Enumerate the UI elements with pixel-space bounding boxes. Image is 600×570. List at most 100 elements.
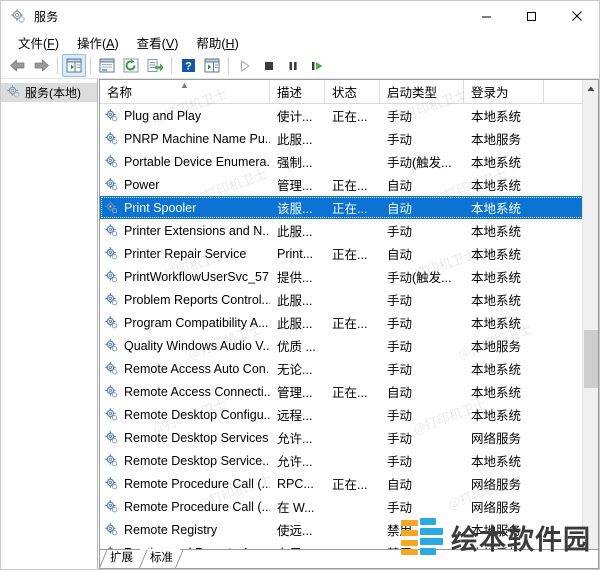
scroll-up-arrow-icon[interactable] (583, 80, 598, 97)
service-name-label: Printer Extensions and N... (124, 224, 270, 238)
cell-startup-type: 手动 (380, 359, 464, 378)
cell-logon-as: 本地系统 (464, 198, 544, 217)
close-button[interactable] (554, 1, 599, 31)
tab-standard[interactable]: 标准 (140, 549, 180, 568)
service-name-label: Remote Procedure Call (... (124, 500, 270, 514)
cell-startup-type: 自动 (380, 474, 464, 493)
cell-description: 允许... (270, 451, 325, 470)
service-name-label: Printer Repair Service (124, 247, 246, 261)
minimize-button[interactable] (464, 1, 509, 31)
show-action-pane-button[interactable] (200, 54, 224, 77)
column-header-name[interactable]: 名称 ▲ (100, 80, 270, 103)
cell-status: 正在... (325, 175, 380, 194)
column-header-description[interactable]: 描述 (270, 80, 325, 103)
cell-startup-type: 手动 (380, 221, 464, 240)
service-gear-icon (104, 338, 120, 354)
table-row[interactable]: Remote Desktop Configu...远程...手动本地系统 (100, 403, 598, 426)
table-row[interactable]: PrintWorkflowUserSvc_57...提供...手动(触发...本… (100, 265, 598, 288)
table-row[interactable]: Remote Desktop Services允许...手动网络服务 (100, 426, 598, 449)
table-row[interactable]: Print Spooler该服...正在...自动本地系统 (100, 196, 598, 219)
export-list-button[interactable] (143, 54, 167, 77)
show-hide-tree-button[interactable] (62, 54, 86, 77)
listview-rows: Plug and Play使计...正在...手动本地系统 PNRP Machi… (100, 104, 598, 549)
cell-description: 管理... (270, 382, 325, 401)
toolbar-separator-4 (228, 57, 229, 74)
pause-service-button[interactable] (281, 54, 305, 77)
table-row[interactable]: Remote Access Connecti...管理...正在...自动本地系… (100, 380, 598, 403)
table-row[interactable]: Printer Repair ServicePrint...正在...自动本地系… (100, 242, 598, 265)
menu-help-pre: 帮助( (196, 37, 225, 51)
stop-service-button[interactable] (257, 54, 281, 77)
cell-logon-as: 本地系统 (464, 175, 544, 194)
table-row[interactable]: Portable Device Enumera...强制...手动(触发...本… (100, 150, 598, 173)
menu-view-key: V (166, 37, 174, 51)
properties-button[interactable] (95, 54, 119, 77)
cell-description: 此服... (270, 129, 325, 148)
service-gear-icon (104, 315, 120, 331)
table-row[interactable]: Remote Procedure Call (...RPC...正在...自动网… (100, 472, 598, 495)
cell-logon-as: 本地系统 (464, 221, 544, 240)
cell-logon-as: 本地系统 (464, 451, 544, 470)
table-row[interactable]: PNRP Machine Name Pu...此服...手动本地服务 (100, 127, 598, 150)
service-gear-icon (104, 131, 120, 147)
tab-extended[interactable]: 扩展 (100, 549, 140, 568)
cell-startup-type: 自动 (380, 244, 464, 263)
cell-description: Print... (270, 247, 325, 261)
table-row[interactable]: Problem Reports Control...此服...手动本地系统 (100, 288, 598, 311)
services-list-pane: 名称 ▲ 描述 状态 启动类型 登录为 (98, 79, 599, 569)
tab-slash-left-icon-2 (139, 549, 148, 568)
back-button[interactable] (5, 54, 29, 77)
menu-file[interactable]: 文件(F) (9, 31, 68, 54)
forward-button[interactable] (29, 54, 53, 77)
table-row[interactable]: Printer Extensions and N...此服...手动本地系统 (100, 219, 598, 242)
cell-logon-as: 本地系统 (464, 267, 544, 286)
service-gear-icon (104, 154, 120, 170)
vertical-scrollbar[interactable] (582, 80, 598, 549)
title-bar: 服务 (1, 1, 599, 31)
maximize-button[interactable] (509, 1, 554, 31)
menu-action[interactable]: 操作(A) (68, 31, 128, 54)
cell-description: 此服... (270, 290, 325, 309)
scrollbar-thumb[interactable] (584, 330, 598, 388)
menu-help[interactable]: 帮助(H) (187, 31, 247, 54)
table-row[interactable]: Plug and Play使计...正在...手动本地系统 (100, 104, 598, 127)
cell-description: 提供... (270, 267, 325, 286)
table-row[interactable]: Remote Access Auto Con...无论...手动本地系统 (100, 357, 598, 380)
menu-view[interactable]: 查看(V) (128, 31, 188, 54)
toolbar-separator-2 (90, 57, 91, 74)
service-gear-icon (104, 522, 120, 538)
column-header-startup-type[interactable]: 启动类型 (380, 80, 464, 103)
table-row[interactable]: Remote Procedure Call (...在 W...手动网络服务 (100, 495, 598, 518)
services-window: 服务 文件(F) 操作(A) 查看(V) 帮助(H) (0, 0, 600, 570)
column-header-status[interactable]: 状态 (325, 80, 380, 103)
cell-name: Printer Extensions and N... (100, 223, 270, 239)
cell-name: Program Compatibility A... (100, 315, 270, 331)
table-row[interactable]: Power管理...正在...自动本地系统 (100, 173, 598, 196)
cell-startup-type: 手动 (380, 290, 464, 309)
service-gear-icon (104, 384, 120, 400)
service-name-label: Portable Device Enumera... (124, 155, 270, 169)
toolbar-separator-3 (171, 57, 172, 74)
tree-item-services-local[interactable]: 服务(本地) (1, 83, 97, 102)
cell-description: 该服... (270, 198, 325, 217)
table-row[interactable]: Remote Desktop Service...允许...手动本地系统 (100, 449, 598, 472)
refresh-button[interactable] (119, 54, 143, 77)
logo-mark-icon (401, 517, 443, 557)
cell-logon-as: 网络服务 (464, 497, 544, 516)
service-name-label: Remote Access Connecti... (124, 385, 270, 399)
table-row[interactable]: Program Compatibility A...此服...正在...手动本地… (100, 311, 598, 334)
cell-name: Remote Desktop Service... (100, 453, 270, 469)
cell-description: 优质 ... (270, 336, 325, 355)
cell-startup-type: 自动 (380, 198, 464, 217)
service-gear-icon (104, 177, 120, 193)
cell-startup-type: 手动 (380, 129, 464, 148)
cell-logon-as: 本地系统 (464, 359, 544, 378)
help-button[interactable]: ? (176, 54, 200, 77)
services-listview: 名称 ▲ 描述 状态 启动类型 登录为 (99, 79, 599, 549)
table-row[interactable]: Quality Windows Audio V...优质 ...手动本地服务 (100, 334, 598, 357)
start-service-button[interactable] (233, 54, 257, 77)
column-header-logon-as[interactable]: 登录为 (464, 80, 544, 103)
service-gear-icon (104, 430, 120, 446)
cell-name: PNRP Machine Name Pu... (100, 131, 270, 147)
restart-service-button[interactable] (305, 54, 329, 77)
